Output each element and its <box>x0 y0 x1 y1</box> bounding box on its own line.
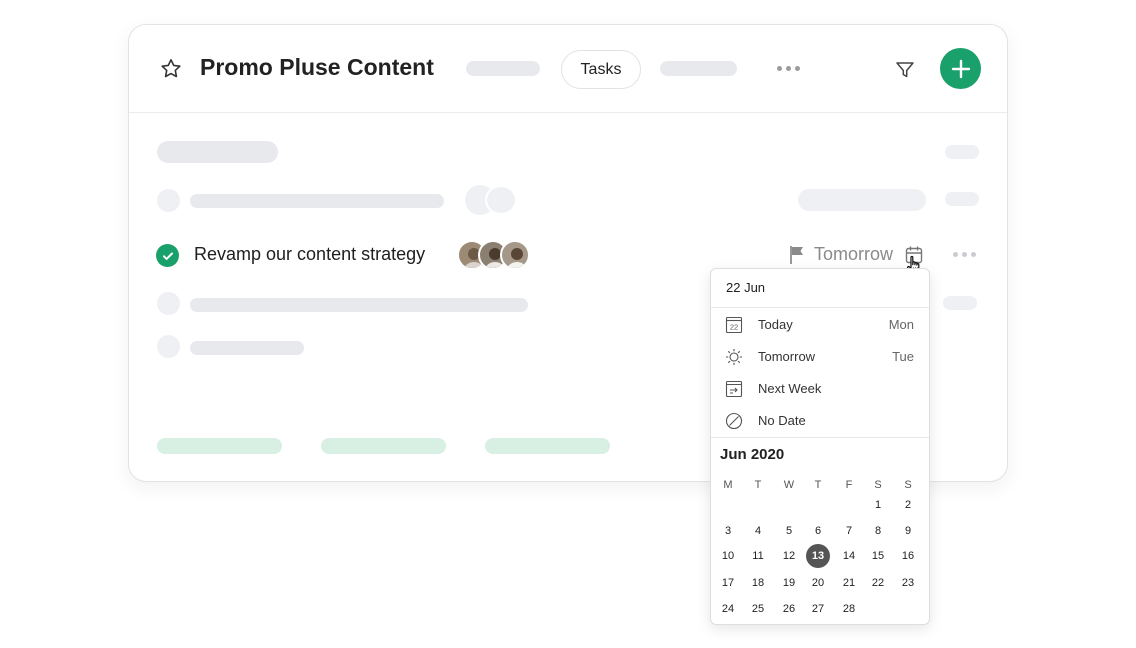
tab-placeholder[interactable] <box>466 61 540 76</box>
calendar-day[interactable]: 7 <box>837 519 861 543</box>
calendar-day[interactable]: 15 <box>866 544 890 568</box>
option-day: Mon <box>888 317 914 332</box>
label-placeholder <box>485 438 610 454</box>
calendar-day[interactable]: 8 <box>866 519 890 543</box>
checkmark-icon <box>162 252 173 260</box>
calendar-day[interactable]: 9 <box>896 519 920 543</box>
calendar-today-number: 22 <box>730 323 738 332</box>
section-title-placeholder <box>157 141 278 163</box>
next-week-icon <box>725 380 743 398</box>
calendar-day[interactable]: 10 <box>716 544 740 568</box>
star-icon[interactable] <box>159 57 183 81</box>
sun-icon <box>726 349 742 365</box>
filter-icon[interactable] <box>894 59 916 81</box>
calendar-day[interactable]: 18 <box>746 571 770 595</box>
no-date-icon <box>725 412 743 430</box>
option-tomorrow[interactable]: Tomorrow Tue <box>711 341 929 373</box>
calendar-day[interactable]: 16 <box>896 544 920 568</box>
option-next-week[interactable]: Next Week <box>711 373 929 405</box>
calendar-day[interactable]: 28 <box>837 597 861 621</box>
calendar-day[interactable]: 24 <box>716 597 740 621</box>
weekday-label: W <box>783 479 795 491</box>
more-tabs-icon[interactable] <box>777 66 800 71</box>
calendar-day[interactable]: 17 <box>716 571 740 595</box>
weekday-label: S <box>874 479 882 491</box>
date-input[interactable]: 22 Jun <box>726 280 765 295</box>
calendar-day[interactable]: 23 <box>896 571 920 595</box>
task-placeholder <box>190 298 528 312</box>
option-label: Today <box>758 317 793 332</box>
tab-placeholder[interactable] <box>660 61 737 76</box>
divider <box>711 437 929 438</box>
weekday-label: M <box>723 479 733 491</box>
project-header: Promo Pluse Content Tasks <box>129 25 1007 113</box>
menu-placeholder <box>945 192 979 206</box>
label-placeholder <box>321 438 446 454</box>
calendar-day[interactable]: 25 <box>746 597 770 621</box>
calendar-day[interactable]: 2 <box>896 493 920 517</box>
date-picker-popup: 22 Jun 22 Today Mon Tomorrow Tue Next We… <box>710 268 930 625</box>
calendar-day[interactable]: 3 <box>716 519 740 543</box>
calendar-month-label: Jun 2020 <box>720 446 785 463</box>
calendar-day[interactable]: 26 <box>777 597 801 621</box>
avatar <box>500 240 530 270</box>
weekday-label: T <box>814 479 822 491</box>
calendar-day[interactable]: 22 <box>866 571 890 595</box>
label-placeholder <box>157 438 282 454</box>
task-complete-checkbox[interactable] <box>156 244 179 267</box>
calendar-day[interactable]: 4 <box>746 519 770 543</box>
calendar-day[interactable]: 27 <box>806 597 830 621</box>
weekday-label: F <box>845 479 853 491</box>
option-label: Next Week <box>758 381 822 396</box>
calendar-day[interactable]: 19 <box>777 571 801 595</box>
add-task-button[interactable] <box>940 48 981 89</box>
task-checkbox[interactable] <box>157 335 180 358</box>
project-title: Promo Pluse Content <box>200 54 434 80</box>
calendar-day-selected[interactable]: 13 <box>806 544 830 568</box>
calendar-day[interactable]: 5 <box>777 519 801 543</box>
option-today[interactable]: 22 Today Mon <box>711 309 929 341</box>
menu-placeholder <box>943 296 977 310</box>
due-date-label[interactable]: Tomorrow <box>814 244 893 265</box>
option-no-date[interactable]: No Date <box>711 405 929 437</box>
calendar-today-icon: 22 <box>725 316 743 334</box>
calendar-day[interactable]: 21 <box>837 571 861 595</box>
option-label: Tomorrow <box>758 349 816 364</box>
calendar-day[interactable]: 14 <box>837 544 861 568</box>
flag-icon[interactable] <box>789 245 807 265</box>
calendar-day[interactable]: 12 <box>777 544 801 568</box>
calendar-day[interactable]: 20 <box>806 571 830 595</box>
weekday-label: S <box>904 479 912 491</box>
plus-icon <box>951 59 970 78</box>
task-placeholder <box>190 341 304 355</box>
task-checkbox[interactable] <box>157 292 180 315</box>
tab-tasks[interactable]: Tasks <box>561 50 641 89</box>
date-placeholder <box>798 189 926 211</box>
task-placeholder <box>190 194 444 208</box>
count-placeholder <box>945 145 979 159</box>
divider <box>711 307 929 308</box>
calendar-day[interactable]: 11 <box>746 544 770 568</box>
task-checkbox[interactable] <box>157 189 180 212</box>
option-day: Tue <box>892 349 914 364</box>
weekday-label: T <box>754 479 762 491</box>
calendar-day[interactable]: 1 <box>866 493 890 517</box>
avatar-placeholder <box>485 185 517 215</box>
calendar-day[interactable]: 6 <box>806 519 830 543</box>
task-title[interactable]: Revamp our content strategy <box>194 244 425 265</box>
option-label: No Date <box>758 413 806 428</box>
task-more-icon[interactable] <box>953 252 976 257</box>
